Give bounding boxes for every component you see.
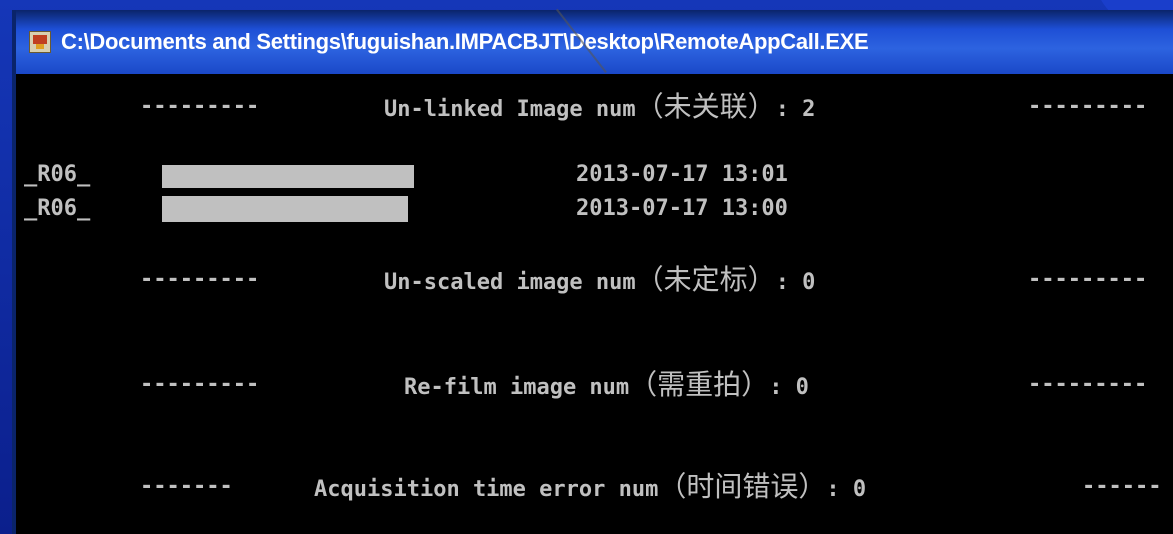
app-icon[interactable] bbox=[29, 31, 51, 53]
unscaled-cjk: （未定标） bbox=[635, 263, 776, 296]
acq-value: : 0 bbox=[826, 477, 867, 502]
acq-header: Acquisition time error num（时间错误）: 0 bbox=[314, 473, 867, 503]
refilm-dashes-right: --------- bbox=[1028, 372, 1148, 397]
unscaled-dashes-left: --------- bbox=[140, 267, 260, 292]
unscaled-dashes-right: --------- bbox=[1028, 267, 1148, 292]
acq-dashes-left: ------- bbox=[140, 474, 233, 499]
row-time: 2013-07-17 13:01 bbox=[576, 162, 788, 187]
refilm-label: Re-film image num bbox=[404, 375, 630, 400]
unlinked-value: : 2 bbox=[775, 97, 816, 122]
acq-cjk: （时间错误） bbox=[658, 470, 827, 503]
row-id: _R06_ bbox=[24, 162, 91, 187]
refilm-header: Re-film image num（需重拍）: 0 bbox=[404, 371, 809, 401]
window-titlebar[interactable]: C:\Documents and Settings\fuguishan.IMPA… bbox=[16, 10, 1173, 74]
acq-dashes-right: ------ bbox=[1082, 474, 1162, 499]
unlinked-cjk: （未关联） bbox=[635, 90, 776, 123]
row-id: _R06_ bbox=[24, 196, 91, 221]
refilm-cjk: （需重拍） bbox=[629, 368, 770, 401]
unlinked-dashes-right: --------- bbox=[1028, 94, 1148, 119]
console-window: C:\Documents and Settings\fuguishan.IMPA… bbox=[12, 8, 1173, 534]
unlinked-dashes-left: --------- bbox=[140, 94, 260, 119]
refilm-dashes-left: --------- bbox=[140, 372, 260, 397]
acq-label: Acquisition time error num bbox=[314, 477, 659, 502]
refilm-value: : 0 bbox=[769, 375, 809, 400]
unscaled-label: Un-scaled image num bbox=[384, 270, 636, 295]
unlinked-header: Un-linked Image num（未关联）: 2 bbox=[384, 93, 816, 123]
redacted-name bbox=[162, 165, 414, 188]
unlinked-label: Un-linked Image num bbox=[384, 97, 636, 122]
unscaled-header: Un-scaled image num（未定标）: 0 bbox=[384, 266, 816, 296]
console-output[interactable]: --------- Un-linked Image num（未关联）: 2 --… bbox=[16, 74, 1173, 534]
unscaled-value: : 0 bbox=[775, 270, 816, 295]
window-title: C:\Documents and Settings\fuguishan.IMPA… bbox=[61, 29, 869, 54]
redacted-name bbox=[162, 196, 408, 222]
row-time: 2013-07-17 13:00 bbox=[576, 196, 788, 221]
